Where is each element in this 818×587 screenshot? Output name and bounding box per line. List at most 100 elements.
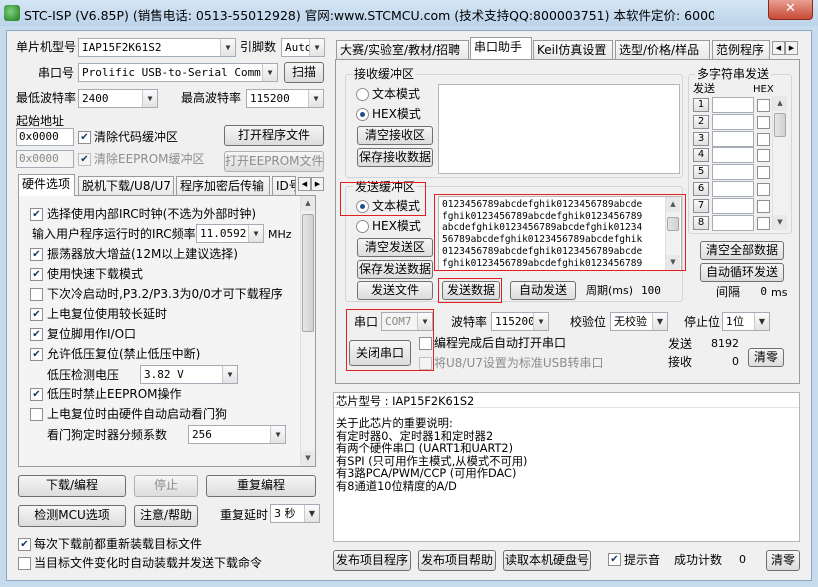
notes-help-button[interactable]: 注意/帮助	[134, 505, 198, 527]
low-voltage-detect-select[interactable]: 3.82 V ▼	[140, 365, 238, 384]
parity-select[interactable]: 无校验 ▼	[610, 312, 668, 331]
multi-string-input[interactable]	[712, 147, 754, 164]
reload-before-download-checkbox[interactable]: ✔	[18, 538, 31, 551]
min-baud-select[interactable]: 2400 ▼	[78, 89, 158, 108]
oscillator-gain-checkbox[interactable]: ✔	[30, 248, 43, 261]
save-receive-button[interactable]: 保存接收数据	[357, 148, 433, 167]
multi-string-input[interactable]	[712, 181, 754, 197]
tab-contest-lab[interactable]: 大赛/实验室/教材/招聘	[336, 40, 469, 60]
multi-hex-checkbox[interactable]	[757, 132, 770, 146]
multi-send-row-button[interactable]: 4	[693, 148, 709, 163]
tab-scroll-left-icon[interactable]: ◀	[298, 177, 311, 191]
repeat-program-button[interactable]: 重复编程	[206, 475, 316, 497]
open-program-file-button[interactable]: 打开程序文件	[224, 125, 324, 146]
repeat-delay-select[interactable]: 3 秒 ▼	[270, 504, 320, 523]
multi-string-input[interactable]	[712, 197, 754, 214]
multi-hex-checkbox[interactable]	[757, 115, 770, 129]
irc-clock-checkbox[interactable]: ✔	[30, 208, 43, 221]
watchdog-autostart-checkbox[interactable]	[30, 408, 43, 421]
tab-sample-programs[interactable]: 范例程序	[712, 40, 770, 60]
stop-bits-select[interactable]: 1位 ▼	[722, 312, 770, 331]
period-input[interactable]: 100	[638, 282, 678, 300]
tab-keil-settings[interactable]: Keil仿真设置	[533, 40, 613, 60]
close-button[interactable]: ✕	[768, 0, 813, 20]
tab-offline-download[interactable]: 脱机下载/U8/U7	[78, 176, 174, 196]
auto-send-button[interactable]: 自动发送	[510, 281, 576, 300]
tab-encrypted-transfer[interactable]: 程序加密后传输	[176, 176, 270, 196]
baud-rate-select[interactable]: 115200 ▼	[491, 312, 549, 331]
download-program-button[interactable]: 下载/编程	[18, 475, 126, 497]
multi-hex-checkbox[interactable]	[757, 166, 770, 180]
cold-start-checkbox[interactable]	[30, 288, 43, 301]
power-reset-delay-checkbox[interactable]: ✔	[30, 308, 43, 321]
tab-scroll-right-icon[interactable]: ▶	[311, 177, 324, 191]
chevron-down-icon: ▼	[142, 90, 157, 107]
multi-send-row-button[interactable]: 1	[693, 98, 709, 112]
scan-button[interactable]: 扫描	[284, 62, 324, 83]
scroll-thumb[interactable]	[774, 113, 786, 137]
reset-pin-io-checkbox[interactable]: ✔	[30, 328, 43, 341]
max-baud-select[interactable]: 115200 ▼	[246, 89, 324, 108]
beep-checkbox[interactable]: ✔	[608, 553, 621, 566]
multi-send-row-button[interactable]: 6	[693, 182, 709, 196]
save-send-button[interactable]: 保存发送数据	[357, 260, 433, 279]
scroll-down-icon[interactable]: ▼	[301, 451, 315, 466]
auto-send-on-change-checkbox[interactable]	[18, 557, 31, 570]
publish-help-button[interactable]: 发布项目帮助	[418, 550, 496, 571]
multi-send-row-button[interactable]: 2	[693, 114, 709, 129]
fast-download-checkbox[interactable]: ✔	[30, 268, 43, 281]
multi-hex-checkbox[interactable]	[757, 199, 770, 213]
scroll-up-icon[interactable]: ▲	[773, 96, 787, 111]
multi-send-row-button[interactable]: 8	[693, 215, 709, 230]
multi-send-row-button[interactable]: 5	[693, 165, 709, 180]
pin-count-select[interactable]: Auto ▼	[281, 38, 325, 57]
detect-mcu-options-button[interactable]: 检测MCU选项	[18, 505, 126, 527]
watchdog-divider-select[interactable]: 256 ▼	[188, 425, 286, 444]
options-scrollbar[interactable]: ▲ ▼	[300, 196, 315, 466]
recv-hex-mode-radio[interactable]	[356, 108, 369, 121]
auto-loop-send-button[interactable]: 自动循环发送	[700, 263, 784, 282]
recv-text-mode-radio[interactable]	[356, 88, 369, 101]
stop-bits-label: 停止位	[684, 315, 721, 329]
receive-text-area[interactable]	[438, 84, 680, 174]
success-clear-button[interactable]: 清零	[766, 550, 800, 571]
multi-string-input[interactable]	[712, 130, 754, 147]
send-file-button[interactable]: 发送文件	[357, 281, 433, 300]
multi-hex-checkbox[interactable]	[757, 149, 770, 163]
tab-id-number[interactable]: ID号	[272, 176, 296, 196]
tab-selection-price[interactable]: 选型/价格/样品	[615, 40, 710, 60]
multi-string-scrollbar[interactable]: ▲ ▼	[772, 96, 787, 230]
multi-send-row-button[interactable]: 3	[693, 131, 709, 146]
tab-hardware-options[interactable]: 硬件选项	[18, 174, 75, 196]
multi-send-row-button[interactable]: 7	[693, 198, 709, 213]
send-hex-mode-radio[interactable]	[356, 220, 369, 233]
multi-hex-checkbox[interactable]	[757, 216, 770, 230]
multi-hex-checkbox[interactable]	[757, 99, 770, 112]
multi-hex-checkbox[interactable]	[757, 183, 770, 196]
clear-send-button[interactable]: 清空发送区	[357, 238, 433, 257]
mcu-type-select[interactable]: IAP15F2K61S2 ▼	[78, 38, 236, 57]
reset-pin-io-label: 复位脚用作I/O口	[47, 327, 137, 341]
clear-count-button[interactable]: 清零	[748, 348, 784, 367]
code-address-input[interactable]: 0x0000	[16, 128, 74, 146]
read-disk-id-button[interactable]: 读取本机硬盘号	[503, 550, 591, 571]
low-voltage-eeprom-checkbox[interactable]: ✔	[30, 388, 43, 401]
serial-port-select[interactable]: Prolific USB-to-Serial Comm Po ▼	[78, 63, 278, 82]
publish-program-button[interactable]: 发布项目程序	[333, 550, 411, 571]
multi-string-input[interactable]	[712, 113, 754, 130]
clear-all-data-button[interactable]: 清空全部数据	[700, 241, 784, 260]
multi-string-input[interactable]	[712, 164, 754, 181]
tab-serial-assistant[interactable]: 串口助手	[470, 37, 532, 59]
multi-string-input[interactable]	[712, 97, 754, 113]
scroll-thumb[interactable]	[302, 214, 314, 332]
scroll-down-icon[interactable]: ▼	[773, 215, 787, 230]
clear-receive-button[interactable]: 清空接收区	[357, 126, 433, 145]
scroll-up-icon[interactable]: ▲	[301, 196, 315, 211]
tab-scroll-right-icon[interactable]: ▶	[785, 41, 798, 55]
interval-input[interactable]: 0	[746, 283, 768, 301]
clear-code-checkbox[interactable]: ✔	[78, 131, 91, 144]
low-voltage-reset-checkbox[interactable]: ✔	[30, 348, 43, 361]
multi-string-input[interactable]	[712, 214, 754, 231]
irc-frequency-select[interactable]: 11.0592 ▼	[196, 224, 264, 243]
tab-scroll-left-icon[interactable]: ◀	[772, 41, 785, 55]
